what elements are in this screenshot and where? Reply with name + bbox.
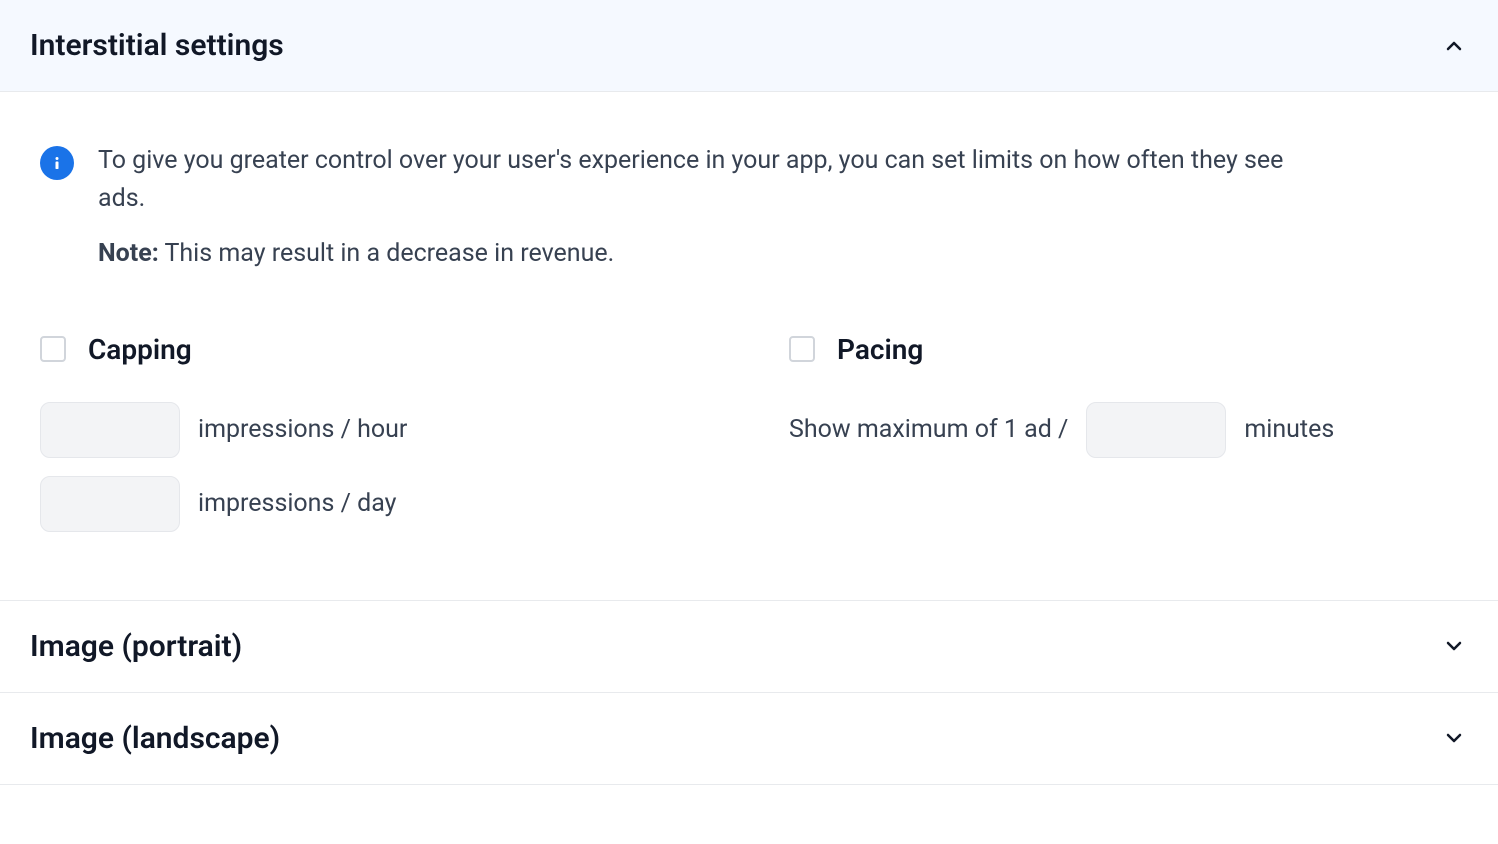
pacing-column: Pacing Show maximum of 1 ad / minutes [789, 333, 1458, 550]
pacing-suffix: minutes [1244, 415, 1334, 444]
info-icon [40, 146, 74, 180]
chevron-down-icon [1440, 724, 1468, 752]
chevron-down-icon [1440, 632, 1468, 660]
impressions-hour-label: impressions / hour [198, 415, 407, 444]
info-banner: To give you greater control over your us… [40, 142, 1458, 273]
interstitial-settings-body: To give you greater control over your us… [0, 92, 1498, 601]
capping-column: Capping impressions / hour impressions /… [40, 333, 709, 550]
interstitial-settings-header[interactable]: Interstitial settings [0, 0, 1498, 92]
interstitial-settings-title: Interstitial settings [30, 28, 284, 63]
info-text: To give you greater control over your us… [98, 142, 1298, 273]
pacing-prefix: Show maximum of 1 ad / [789, 415, 1068, 444]
image-landscape-title: Image (landscape) [30, 721, 280, 756]
info-description: To give you greater control over your us… [98, 142, 1298, 217]
pacing-checkbox[interactable] [789, 336, 815, 362]
note-label: Note: [98, 239, 159, 268]
note-text: This may result in a decrease in revenue… [159, 239, 614, 268]
capping-header: Capping [40, 333, 709, 366]
impressions-day-label: impressions / day [198, 489, 396, 518]
image-portrait-header[interactable]: Image (portrait) [0, 601, 1498, 693]
pacing-minutes-input[interactable] [1086, 402, 1226, 458]
capping-label: Capping [88, 333, 192, 366]
impressions-hour-row: impressions / hour [40, 402, 709, 458]
info-note: Note: This may result in a decrease in r… [98, 235, 1298, 273]
pacing-label: Pacing [837, 333, 923, 366]
pacing-header: Pacing [789, 333, 1458, 366]
impressions-day-input[interactable] [40, 476, 180, 532]
capping-checkbox[interactable] [40, 336, 66, 362]
impressions-day-row: impressions / day [40, 476, 709, 532]
impressions-hour-input[interactable] [40, 402, 180, 458]
chevron-up-icon [1440, 32, 1468, 60]
image-landscape-header[interactable]: Image (landscape) [0, 693, 1498, 785]
image-portrait-title: Image (portrait) [30, 629, 242, 664]
pacing-row: Show maximum of 1 ad / minutes [789, 402, 1458, 458]
